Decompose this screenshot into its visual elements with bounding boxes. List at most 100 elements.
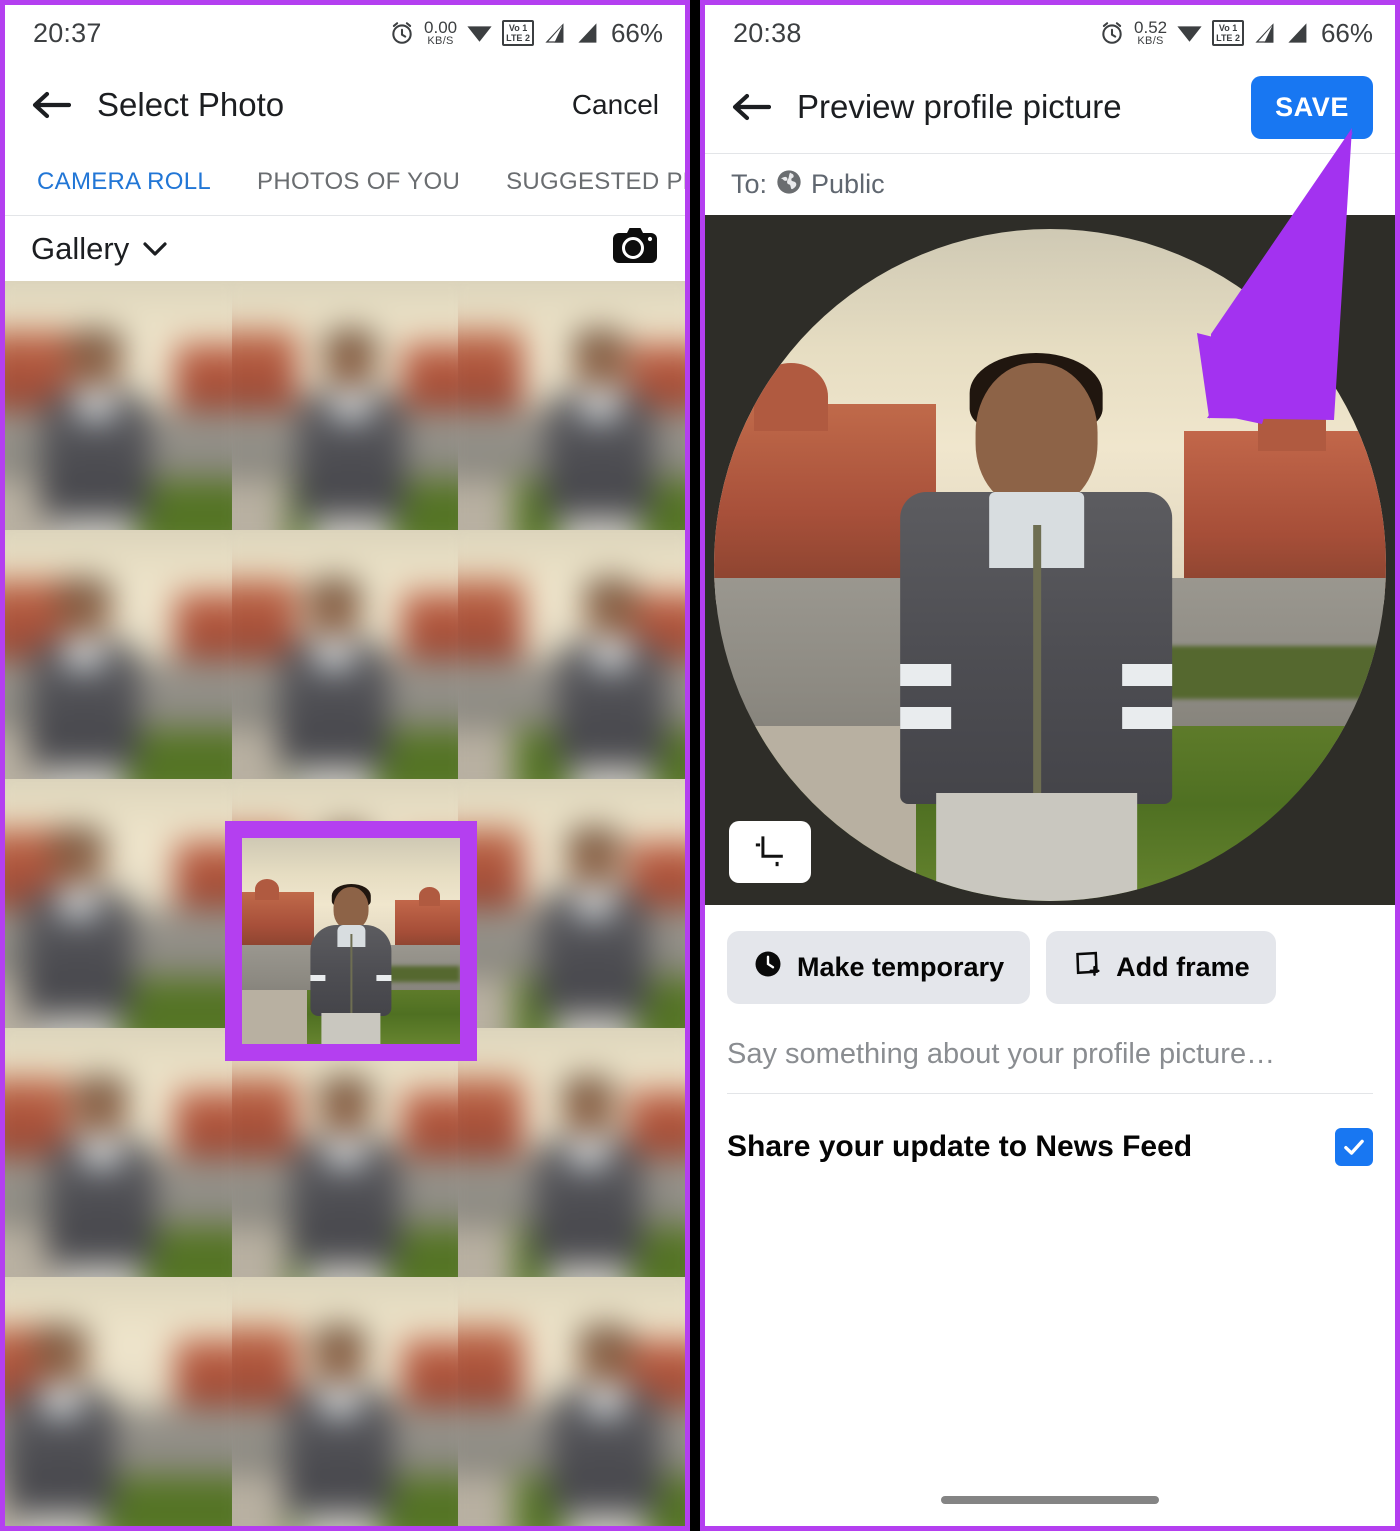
list-item[interactable]: [458, 530, 685, 779]
clock-icon: [753, 949, 783, 986]
list-item[interactable]: [231, 281, 459, 530]
network-speed-value: 0.00: [424, 18, 458, 37]
chevron-down-icon[interactable]: [143, 241, 167, 256]
right-app-bar: Preview profile picture SAVE: [705, 61, 1395, 153]
list-item[interactable]: [231, 1277, 459, 1526]
signal-icon-2: [1286, 21, 1310, 45]
list-item[interactable]: [5, 281, 232, 530]
camera-icon[interactable]: [611, 226, 659, 271]
signal-icon-2: [576, 21, 600, 45]
volte-line1: Vo 1: [508, 23, 528, 33]
wifi-icon: [466, 22, 493, 44]
list-item[interactable]: [231, 530, 459, 779]
network-speed-indicator: 0.00 KB/S: [424, 19, 457, 47]
audience-value: Public: [811, 169, 885, 199]
list-item[interactable]: [5, 530, 232, 779]
caption-row: [727, 1038, 1373, 1094]
cancel-button[interactable]: Cancel: [572, 89, 659, 121]
back-arrow-icon[interactable]: [31, 89, 72, 121]
volte-line1: Vo 1: [1218, 23, 1238, 33]
alarm-icon: [389, 20, 415, 46]
tab-bar: CAMERA ROLL PHOTOS OF YOU SUGGESTED PHOT: [5, 149, 685, 215]
list-item[interactable]: [5, 1028, 232, 1277]
photo-thumbnail: [458, 530, 685, 779]
list-item[interactable]: [5, 1277, 232, 1526]
tab-photos-of-you[interactable]: PHOTOS OF YOU: [257, 168, 460, 196]
right-phone-screen: 20:38 0.52 KB/S Vo 1 LTE 2 66% Preview p…: [700, 0, 1400, 1531]
tab-camera-roll[interactable]: CAMERA ROLL: [37, 168, 211, 196]
photo-thumbnail: [458, 1028, 685, 1277]
make-temporary-button[interactable]: Make temporary: [727, 931, 1031, 1004]
share-to-newsfeed-checkbox[interactable]: [1335, 1128, 1373, 1166]
network-speed-unit: KB/S: [427, 35, 454, 47]
profile-picture-circle: [714, 229, 1386, 901]
gallery-label[interactable]: Gallery: [31, 231, 129, 267]
photo-thumbnail: [5, 779, 232, 1028]
list-item[interactable]: [458, 1526, 685, 1531]
list-item[interactable]: [458, 779, 685, 1028]
photo-thumbnail: [5, 530, 232, 779]
photo-thumbnail: [5, 1277, 232, 1526]
selected-photo-thumbnail: [242, 838, 460, 1044]
battery-percent: 66%: [1320, 17, 1373, 48]
share-to-newsfeed-label: Share your update to News Feed: [727, 1130, 1193, 1163]
audience-row[interactable]: To: Public: [705, 153, 1395, 215]
screenshot-stage: 20:37 0.00 KB/S Vo 1 LTE 2 66% Select Ph…: [0, 0, 1400, 1531]
photo-thumbnail: [231, 1028, 459, 1277]
left-phone-screen: 20:37 0.00 KB/S Vo 1 LTE 2 66% Select Ph…: [0, 0, 690, 1531]
signal-icon-1: [1253, 21, 1277, 45]
home-indicator: [941, 1496, 1159, 1504]
right-status-bar: 20:38 0.52 KB/S Vo 1 LTE 2 66%: [705, 5, 1395, 61]
alarm-icon: [1099, 20, 1125, 46]
photo-thumbnail: [458, 1526, 685, 1531]
list-item[interactable]: [458, 1277, 685, 1526]
list-item[interactable]: [458, 281, 685, 530]
wifi-icon: [1176, 22, 1203, 44]
photo-thumbnail: [231, 1277, 459, 1526]
network-speed-unit: KB/S: [1137, 35, 1164, 47]
profile-picture-preview[interactable]: [705, 215, 1395, 905]
make-temporary-label: Make temporary: [797, 952, 1005, 982]
status-time: 20:38: [733, 17, 802, 48]
list-item[interactable]: [232, 1526, 459, 1531]
battery-percent: 66%: [610, 17, 663, 48]
list-item[interactable]: [5, 779, 232, 1028]
page-title: Preview profile picture: [797, 88, 1122, 125]
list-item[interactable]: [458, 1028, 685, 1277]
globe-icon: [775, 168, 803, 201]
volte-icon: Vo 1 LTE 2: [1212, 20, 1244, 46]
preview-action-chips: Make temporary Add frame: [705, 905, 1395, 1004]
list-item-selected[interactable]: [231, 1028, 459, 1277]
left-status-bar: 20:37 0.00 KB/S Vo 1 LTE 2 66%: [5, 5, 685, 61]
photo-thumbnail: [5, 281, 232, 530]
photo-thumbnail: [231, 281, 459, 530]
status-icons-group: 0.52 KB/S Vo 1 LTE 2 66%: [1099, 18, 1373, 49]
page-title: Select Photo: [97, 86, 285, 123]
add-frame-icon: [1072, 949, 1102, 986]
photo-thumbnail: [5, 1526, 232, 1531]
left-app-bar: Select Photo Cancel: [5, 61, 685, 149]
add-frame-label: Add frame: [1116, 952, 1250, 982]
share-to-newsfeed-row[interactable]: Share your update to News Feed: [705, 1094, 1395, 1166]
selected-photo-highlight[interactable]: [225, 821, 477, 1061]
network-speed-value: 0.52: [1134, 18, 1168, 37]
photo-thumbnail: [231, 530, 459, 779]
photo-thumbnail: [232, 1526, 459, 1531]
caption-input[interactable]: [727, 1038, 1373, 1071]
audience-prefix: To:: [731, 169, 768, 199]
status-icons-group: 0.00 KB/S Vo 1 LTE 2 66%: [389, 18, 663, 49]
volte-line2: LTE 2: [1216, 33, 1240, 43]
photo-thumbnail: [458, 281, 685, 530]
volte-icon: Vo 1 LTE 2: [502, 20, 534, 46]
check-icon: [1344, 1139, 1364, 1155]
status-time: 20:37: [33, 17, 102, 48]
tab-suggested-photos[interactable]: SUGGESTED PHOT: [506, 168, 685, 196]
photo-thumbnail: [458, 1277, 685, 1526]
list-item[interactable]: [5, 1526, 232, 1531]
crop-icon[interactable]: [729, 821, 811, 883]
volte-line2: LTE 2: [506, 33, 530, 43]
gallery-selector-bar: Gallery: [5, 215, 685, 281]
save-button[interactable]: SAVE: [1251, 75, 1373, 139]
back-arrow-icon[interactable]: [731, 91, 772, 123]
add-frame-button[interactable]: Add frame: [1046, 931, 1276, 1004]
